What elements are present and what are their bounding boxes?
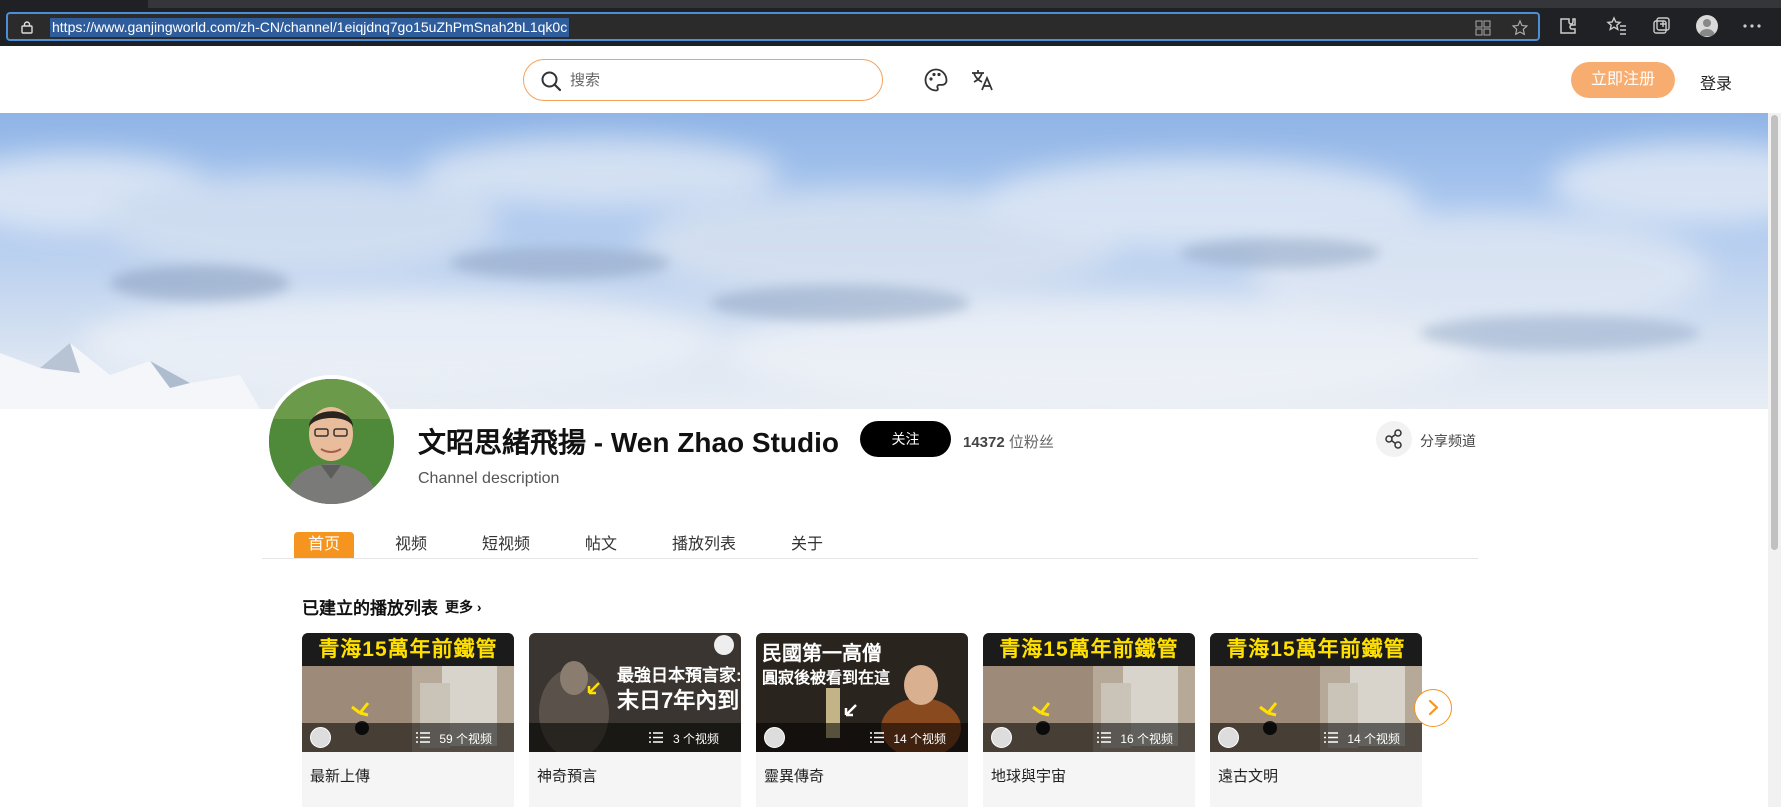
channel-mini-avatar [764, 727, 785, 748]
thumbnail-overlay: 59 个视频 [302, 723, 514, 752]
url-text[interactable]: https://www.ganjingworld.com/zh-CN/chann… [50, 18, 570, 37]
playlist-icon [416, 732, 430, 743]
follow-button[interactable]: 关注 [860, 421, 951, 457]
channel-mini-avatar [1218, 727, 1239, 748]
search-box[interactable] [523, 59, 883, 101]
thumbnail-overlay: 3 个视频 [529, 723, 741, 752]
video-count: 3 个视频 [672, 732, 719, 746]
playlist-card[interactable]: 最強日本預言家: 末日7年內到 3 个视频 神奇預言 [529, 633, 741, 807]
thumbnail-caption: 青海15萬年前鐵管 [1210, 633, 1422, 666]
extensions-icon[interactable] [1556, 14, 1580, 38]
tab-posts[interactable]: 帖文 [585, 532, 617, 558]
thumbnail-caption-line1: 民國第一高僧 [762, 643, 882, 665]
playlist-title[interactable]: 靈異傳奇 [764, 765, 824, 786]
site-header: 立即注册 登录 [0, 46, 1781, 113]
follower-count: 14372 位粉丝 [963, 431, 1054, 452]
tab-strip [148, 0, 1781, 8]
share-label: 分享频道 [1420, 433, 1476, 449]
theme-palette-icon[interactable] [923, 67, 949, 93]
share-icon [1385, 429, 1402, 449]
thumbnail-overlay: 14 个视频 [756, 723, 968, 752]
login-link[interactable]: 登录 [1700, 70, 1732, 94]
search-input[interactable] [570, 69, 860, 91]
add-favorite-icon[interactable] [1511, 19, 1529, 37]
playlist-card[interactable]: 青海15萬年前鐵管 16 个视频 地球與宇宙 [983, 633, 1195, 807]
video-count: 16 个视频 [1120, 732, 1173, 746]
playlist-title[interactable]: 最新上傳 [310, 765, 370, 786]
video-count: 59 个视频 [439, 732, 492, 746]
channel-avatar[interactable] [265, 375, 398, 508]
browser-toolbar: https://www.ganjingworld.com/zh-CN/chann… [0, 0, 1781, 46]
thumbnail-caption-line2: 末日7年內到 [617, 688, 740, 713]
channel-mini-avatar [310, 727, 331, 748]
playlist-title[interactable]: 神奇預言 [537, 765, 597, 786]
page-scrollbar[interactable] [1768, 113, 1781, 807]
playlist-icon [1097, 732, 1111, 743]
channel-banner [0, 113, 1768, 409]
tab-about[interactable]: 关于 [791, 532, 823, 558]
video-count: 14 个视频 [1347, 732, 1400, 746]
playlist-thumbnail[interactable]: 青海15萬年前鐵管 16 个视频 [983, 633, 1195, 752]
collections-icon[interactable] [1649, 14, 1673, 38]
chevron-right-icon: › [476, 599, 482, 615]
scrollbar-thumb[interactable] [1771, 115, 1778, 550]
tab-shorts[interactable]: 短视频 [482, 532, 530, 558]
lock-icon [21, 21, 33, 34]
thumbnail-caption-line2: 圓寂後被看到在這 [762, 670, 891, 687]
more-label: 更多 [445, 599, 473, 615]
sky-clouds-image [0, 138, 1768, 409]
follower-suffix: 位粉丝 [1008, 434, 1054, 451]
playlist-thumbnail[interactable]: 民國第一高僧 圓寂後被看到在這 14 个视频 [756, 633, 968, 752]
channel-description: Channel description [418, 470, 560, 487]
thumbnail-caption: 青海15萬年前鐵管 [983, 633, 1195, 666]
address-bar[interactable]: https://www.ganjingworld.com/zh-CN/chann… [6, 12, 1540, 41]
thumbnail-overlay: 16 个视频 [983, 723, 1195, 752]
channel-tabs: 首页 视频 短视频 帖文 播放列表 关于 [262, 529, 1478, 559]
playlist-thumbnail[interactable]: 最強日本預言家: 末日7年內到 3 个视频 [529, 633, 741, 752]
chevron-right-icon [1428, 699, 1439, 716]
profile-icon[interactable] [1696, 15, 1718, 37]
playlist-title[interactable]: 遠古文明 [1218, 765, 1278, 786]
thumbnail-overlay: 14 个视频 [1210, 723, 1422, 752]
video-count: 14 个视频 [893, 732, 946, 746]
app-available-icon[interactable] [1474, 19, 1492, 37]
playlist-title[interactable]: 地球與宇宙 [991, 765, 1066, 786]
playlist-card[interactable]: 青海15萬年前鐵管 59 个视频 最新上傳 [302, 633, 514, 807]
tab-home[interactable]: 首页 [294, 532, 355, 558]
channel-mini-avatar [991, 727, 1012, 748]
thumbnail-caption: 青海15萬年前鐵管 [302, 633, 514, 666]
more-link[interactable]: 更多 › [445, 597, 482, 617]
playlist-card[interactable]: 青海15萬年前鐵管 14 个视频 遠古文明 [1210, 633, 1422, 807]
follower-number: 14372 [963, 434, 1005, 451]
section-title: 已建立的播放列表 [302, 599, 438, 618]
search-icon [541, 71, 562, 92]
translate-icon[interactable] [969, 67, 995, 93]
more-menu-icon[interactable] [1740, 14, 1764, 38]
tab-videos[interactable]: 视频 [395, 532, 427, 558]
channel-avatar-image [269, 379, 394, 504]
tab-playlists[interactable]: 播放列表 [672, 532, 736, 558]
playlist-thumbnail[interactable]: 青海15萬年前鐵管 14 个视频 [1210, 633, 1422, 752]
playlist-thumbnail[interactable]: 青海15萬年前鐵管 59 个视频 [302, 633, 514, 752]
favorites-icon[interactable] [1605, 14, 1629, 38]
playlist-icon [1324, 732, 1338, 743]
carousel-next-button[interactable] [1414, 689, 1452, 727]
share-icon-wrap [1376, 421, 1412, 457]
playlist-card[interactable]: 民國第一高僧 圓寂後被看到在這 14 个视频 靈異傳奇 [756, 633, 968, 807]
channel-title: 文昭思緒飛揚 - Wen Zhao Studio [418, 427, 840, 458]
playlist-icon [649, 732, 663, 743]
register-button[interactable]: 立即注册 [1571, 62, 1675, 98]
playlist-icon [870, 732, 884, 743]
